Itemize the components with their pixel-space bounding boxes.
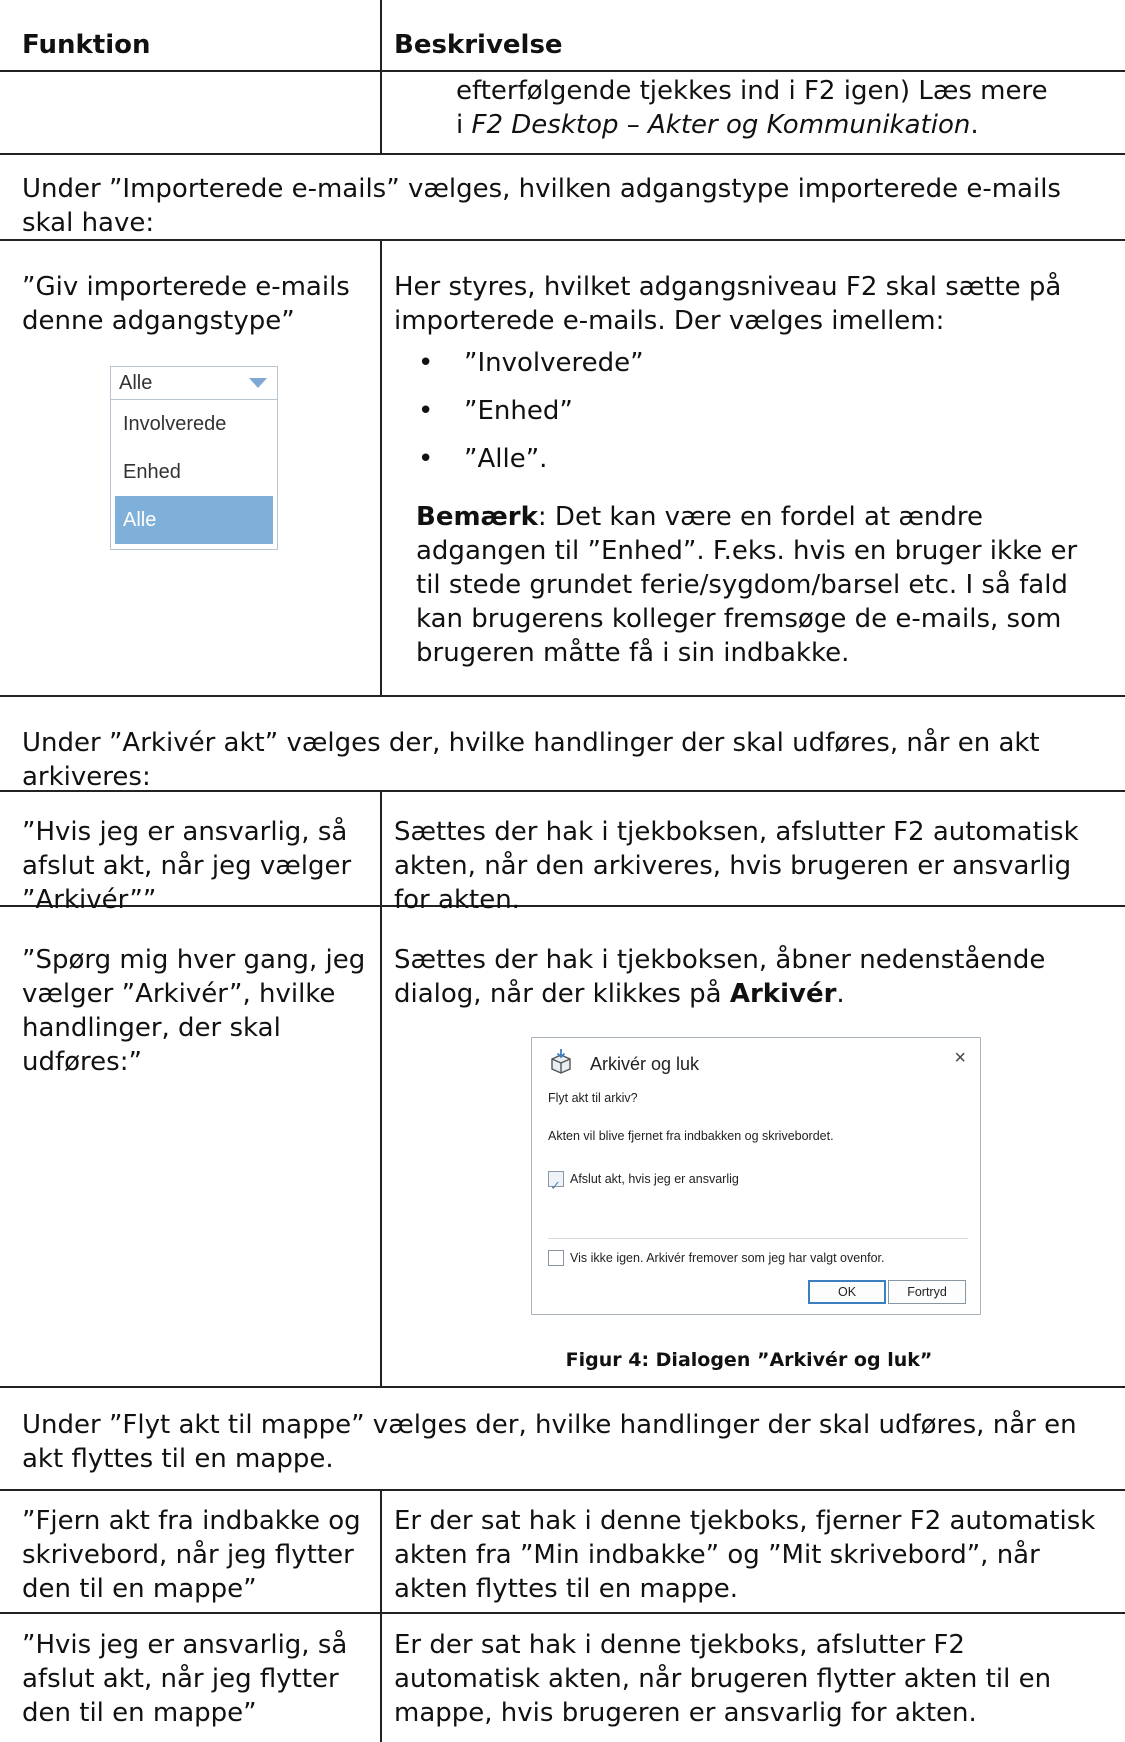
chevron-down-icon[interactable] [249, 378, 267, 388]
row0-description: efterfølgende tjekkes ind i F2 igen) Læs… [456, 74, 1116, 142]
close-act-checkbox[interactable] [548, 1169, 564, 1203]
column-divider [380, 790, 382, 1387]
column-divider-top [380, 0, 382, 154]
ok-button[interactable]: OK [808, 1280, 886, 1304]
list-item-text: ”Alle”. [464, 444, 548, 474]
archive2-funktion: ”Spørg mig hver gang, jeg vælger ”Arkivé… [22, 945, 366, 1077]
section-move: Under ”Flyt akt til mappe” vælges der, h… [22, 1410, 1077, 1474]
row-rule [0, 1386, 1125, 1388]
list-item: • ”Alle”. [394, 442, 1104, 490]
row0-prefix: i [456, 110, 472, 140]
column-divider [380, 1489, 382, 1742]
dialog-title: Arkivér og luk [590, 1054, 700, 1074]
archive-button-reference: Arkivér [729, 979, 837, 1009]
row-rule [0, 695, 1125, 697]
bullet-icon: • [418, 444, 434, 474]
archive2-desc-text: Sættes der hak i tjekboksen, åbner neden… [394, 945, 1046, 1009]
row0-text-line2: i F2 Desktop – Akter og Kommunikation. [456, 108, 1116, 142]
row-rule [0, 153, 1125, 155]
list-item-text: ”Enhed” [464, 396, 573, 426]
header-beskrivelse: Beskrivelse [394, 30, 563, 60]
access-note: Bemærk: Det kan være en fordel at ændre … [394, 500, 1086, 670]
section-archive: Under ”Arkivér akt” vælges der, hvilke h… [22, 728, 1040, 792]
dialog-question: Flyt akt til arkiv? [548, 1091, 638, 1105]
dropdown-option-selected[interactable]: Alle [115, 496, 273, 544]
dialog-separator [548, 1238, 968, 1239]
row-rule [0, 1612, 1125, 1614]
access-intro: Her styres, hvilket adgangsniveau F2 ska… [394, 272, 1062, 336]
header-funktion: Funktion [22, 30, 151, 60]
close-act-checkbox-label[interactable]: Afslut akt, hvis jeg er ansvarlig [570, 1171, 739, 1187]
move1-funktion: ”Fjern akt fra indbakke og skrivebord, n… [22, 1506, 361, 1604]
list-item: • ”Involverede” [394, 346, 1104, 394]
dropdown-option[interactable]: Involverede [111, 400, 277, 448]
close-icon[interactable]: × [954, 1046, 966, 1070]
column-divider [380, 239, 382, 696]
header-rule [0, 70, 1125, 72]
archive1-description: Sættes der hak i tjekboksen, afslutter F… [394, 817, 1079, 915]
archive-and-close-dialog: Arkivér og luk × Flyt akt til arkiv? Akt… [531, 1037, 981, 1315]
section-imported-emails: Under ”Importerede e-mails” vælges, hvil… [22, 174, 1061, 238]
archive2-description: Sættes der hak i tjekboksen, åbner neden… [394, 943, 1104, 1011]
archive-box-icon [551, 1049, 571, 1074]
figure-caption: Figur 4: Dialogen ”Arkivér og luk” [565, 1349, 933, 1371]
list-item-text: ”Involverede” [464, 348, 644, 378]
bullet-icon: • [418, 396, 434, 426]
move2-funktion: ”Hvis jeg er ansvarlig, så afslut akt, n… [22, 1630, 348, 1728]
list-item: • ”Enhed” [394, 394, 1104, 442]
note-label: Bemærk [416, 502, 538, 532]
dont-show-again-checkbox[interactable] [548, 1250, 564, 1266]
access-type-dropdown[interactable]: Alle Involverede Enhed Alle [110, 366, 278, 550]
reference-title: F2 Desktop – Akter og Kommunikation [471, 110, 971, 140]
row0-suffix: . [970, 110, 979, 140]
move2-description: Er der sat hak i denne tjekboks, afslutt… [394, 1630, 1052, 1728]
dropdown-selected[interactable]: Alle [111, 367, 277, 400]
dialog-info: Akten vil blive fjernet fra indbakken og… [548, 1129, 834, 1143]
access-options-list: • ”Involverede” • ”Enhed” • ”Alle”. [394, 346, 1104, 490]
archive1-funktion: ”Hvis jeg er ansvarlig, så afslut akt, n… [22, 817, 352, 915]
dropdown-selected-value: Alle [119, 372, 153, 394]
row0-text-line1: efterfølgende tjekkes ind i F2 igen) Læs… [456, 76, 1048, 106]
row-rule [0, 1489, 1125, 1491]
bullet-icon: • [418, 348, 434, 378]
dont-show-again-label[interactable]: Vis ikke igen. Arkivér fremover som jeg … [570, 1250, 885, 1266]
archive2-desc-suffix: . [836, 979, 845, 1009]
access-description: Her styres, hvilket adgangsniveau F2 ska… [394, 270, 1104, 670]
dropdown-option[interactable]: Enhed [111, 448, 277, 496]
access-funktion: ”Giv importerede e-mails denne adgangsty… [22, 272, 350, 336]
move1-description: Er der sat hak i denne tjekboks, fjerner… [394, 1506, 1096, 1604]
cancel-button[interactable]: Fortryd [888, 1280, 966, 1304]
